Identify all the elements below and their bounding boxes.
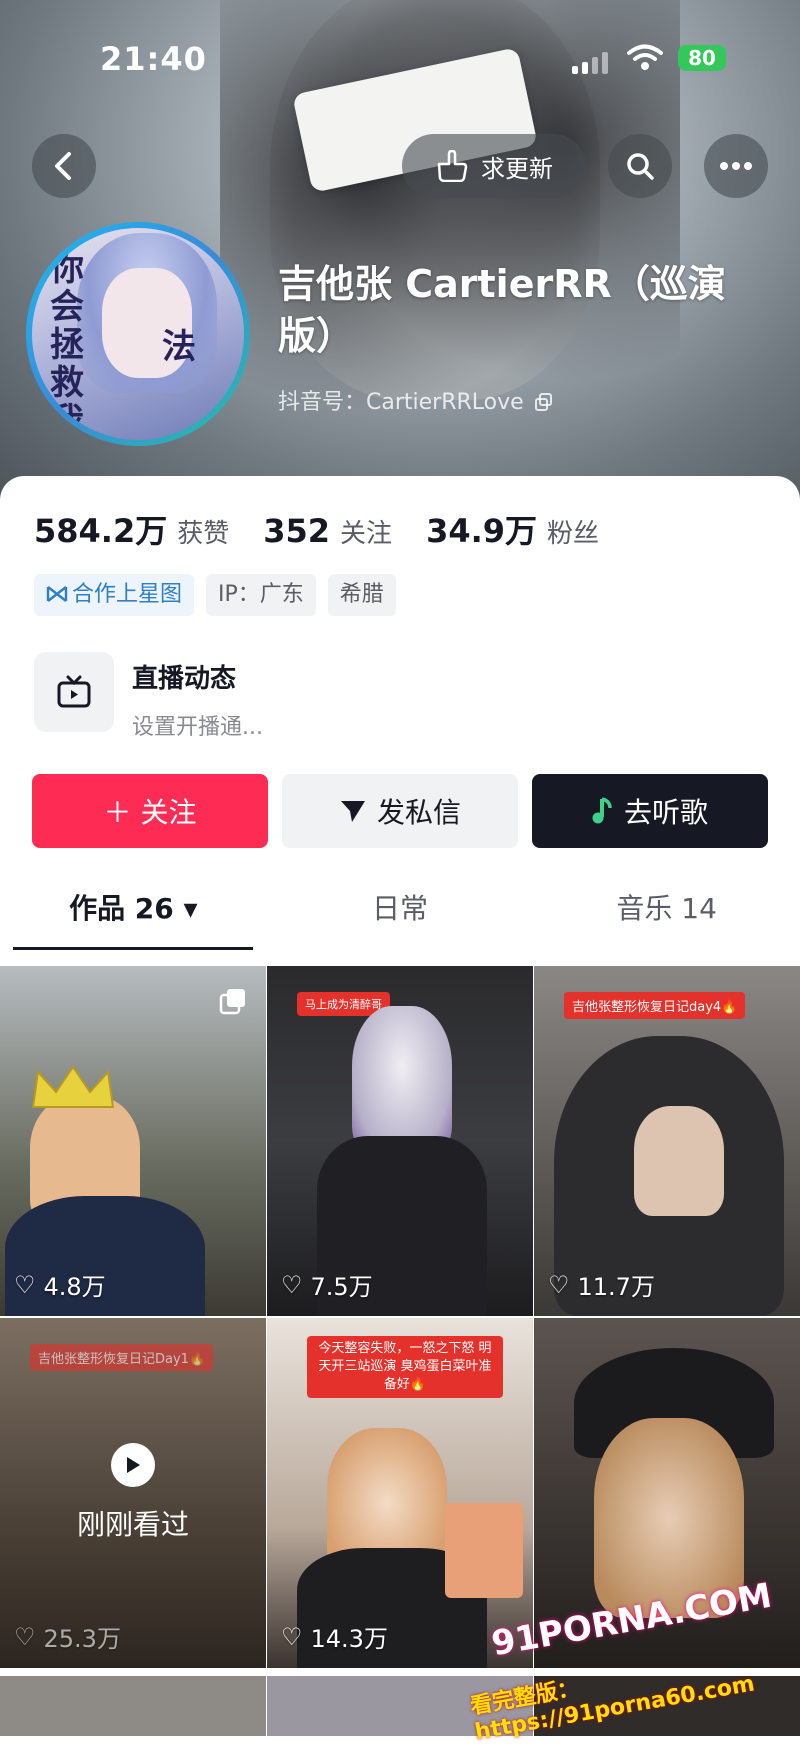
heart-icon: ♡ — [14, 1270, 36, 1299]
following-count[interactable]: 352 — [263, 512, 330, 550]
video-badge: 吉他张整形恢复日记day4🔥 — [564, 992, 746, 1019]
following-label: 关注 — [340, 519, 393, 549]
tag-location: 希腊 — [327, 574, 396, 616]
likes-value: 7.5万 — [310, 1273, 373, 1301]
video-grid: ♡ 4.8万 马上成为清醉哥 ♡ 7.5万 吉他张整形恢复日记day4🔥 ♡ 11.7… — [0, 966, 800, 1668]
likes-count[interactable]: 584.2万 — [34, 506, 167, 552]
douyin-id[interactable]: 抖音号：CartierRRLove — [278, 384, 553, 416]
follow-button[interactable]: ＋ 关注 — [32, 774, 268, 848]
music-label: 去听歌 — [623, 796, 708, 829]
status-bar: 21:40 80 — [0, 40, 800, 80]
more-button[interactable] — [704, 134, 768, 198]
likes-value: 14.3万 — [310, 1625, 388, 1653]
followers-count[interactable]: 34.9万 — [426, 506, 537, 552]
video-thumbnail[interactable]: 吉他张整形恢复日记Day1🔥 刚刚看过 ♡ 25.3万 — [0, 1318, 266, 1668]
message-label: 发私信 — [376, 796, 461, 829]
play-icon — [111, 1443, 155, 1487]
tab-works[interactable]: 作品 26 ▾ — [0, 874, 267, 954]
video-thumbnail-partial[interactable] — [0, 1676, 266, 1736]
heart-icon: ♡ — [548, 1270, 570, 1299]
tag-label: 合作上星图 — [72, 582, 183, 607]
heart-icon: ♡ — [281, 1622, 303, 1651]
live-subtitle: 设置开播通... — [132, 715, 263, 740]
live-title: 直播动态 — [132, 664, 237, 694]
likes-value: 25.3万 — [43, 1625, 121, 1653]
heart-icon: ♡ — [14, 1622, 36, 1651]
inset-photo — [445, 1503, 523, 1598]
search-button[interactable] — [608, 134, 672, 198]
watched-overlay: 刚刚看过 — [0, 1318, 266, 1668]
video-thumbnail[interactable]: 今天整容失败，一怒之下怒 明天开三站巡演 臭鸡蛋白菜叶准备好🔥 ♡ 14.3万 — [267, 1318, 533, 1668]
video-thumbnail[interactable]: 马上成为清醉哥 ♡ 7.5万 — [267, 966, 533, 1316]
video-likes: ♡ 11.7万 — [548, 1267, 655, 1302]
video-likes: ♡ 4.8万 — [14, 1267, 106, 1302]
tab-daily[interactable]: 日常 — [267, 874, 534, 954]
message-button[interactable]: 发私信 — [282, 774, 518, 848]
followers-label: 粉丝 — [547, 519, 600, 549]
douyin-id-text: 抖音号：CartierRRLove — [278, 390, 524, 415]
profile-name: 吉他张 CartierRR（巡演版） — [278, 262, 726, 358]
tab-music[interactable]: 音乐 14 — [533, 874, 800, 954]
tag-ip: IP：广东 — [206, 574, 316, 616]
star-map-icon — [46, 586, 68, 602]
signal-icon — [572, 50, 608, 74]
video-thumbnail[interactable]: 吉他张整形恢复日记day4🔥 ♡ 11.7万 — [534, 966, 800, 1316]
live-updates-row[interactable]: 直播动态 设置开播通... — [34, 652, 263, 741]
profile-stats: 584.2万 获赞 352 关注 34.9万 粉丝 — [34, 506, 633, 552]
heart-icon: ♡ — [281, 1270, 303, 1299]
person-figure — [352, 1006, 452, 1156]
avatar-image: 你会拯救我吗 法 — [32, 228, 244, 440]
music-note-icon — [592, 797, 612, 824]
likes-value: 4.8万 — [43, 1273, 106, 1301]
multi-image-icon — [219, 989, 245, 1015]
request-update-label: 求更新 — [481, 154, 553, 183]
crown-icon — [31, 1065, 115, 1108]
send-icon — [340, 801, 365, 822]
likes-value: 11.7万 — [577, 1273, 655, 1301]
back-button[interactable] — [32, 134, 96, 198]
chevron-left-icon — [55, 152, 71, 180]
video-thumbnail[interactable]: ♡ 4.8万 — [0, 966, 266, 1316]
music-button[interactable]: 去听歌 — [532, 774, 768, 848]
video-likes: ♡ 7.5万 — [281, 1267, 373, 1302]
copy-icon — [534, 393, 552, 411]
content-tabs: 作品 26 ▾ 日常 音乐 14 — [0, 874, 800, 954]
battery-indicator: 80 — [678, 45, 726, 71]
video-likes: ♡ 14.3万 — [281, 1619, 388, 1654]
video-badge: 今天整容失败，一怒之下怒 明天开三站巡演 臭鸡蛋白菜叶准备好🔥 — [307, 1336, 503, 1398]
face-figure — [634, 1106, 724, 1216]
profile-sheet: 584.2万 获赞 352 关注 34.9万 粉丝 合作上星图 IP：广东 希腊 直播… — [0, 476, 800, 1736]
watched-label: 刚刚看过 — [76, 1508, 189, 1541]
hand-point-icon — [437, 150, 468, 182]
video-likes: ♡ 25.3万 — [14, 1619, 121, 1654]
profile-tags: 合作上星图 IP：广东 希腊 — [34, 574, 396, 616]
action-buttons: ＋ 关注 发私信 去听歌 — [32, 774, 768, 848]
avatar-caption-2: 法 — [162, 327, 196, 367]
status-time: 21:40 — [100, 40, 207, 78]
search-icon — [627, 153, 654, 180]
avatar-caption: 你会拯救我吗 — [50, 249, 84, 440]
tv-icon — [34, 652, 114, 732]
avatar[interactable]: 你会拯救我吗 法 — [26, 222, 250, 446]
likes-label: 获赞 — [177, 519, 230, 549]
request-update-button[interactable]: 求更新 — [402, 134, 586, 198]
ellipsis-icon — [720, 162, 752, 170]
wifi-icon — [627, 44, 663, 70]
tag-star-map[interactable]: 合作上星图 — [34, 574, 195, 616]
